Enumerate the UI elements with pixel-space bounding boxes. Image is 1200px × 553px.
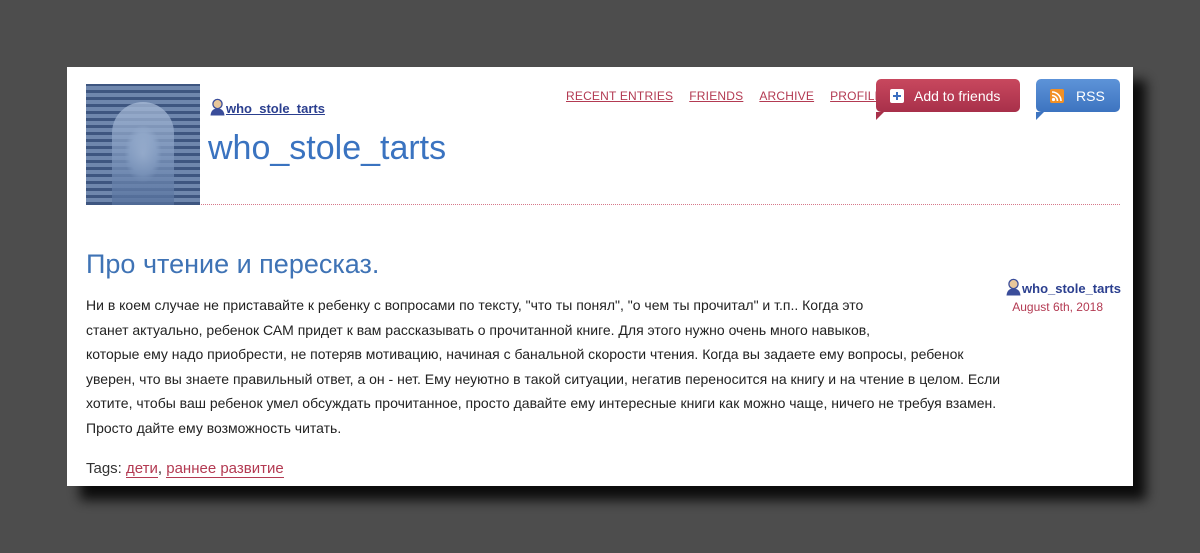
nav-profile[interactable]: PROFILE <box>830 89 883 103</box>
add-to-friends-button[interactable]: Add to friends <box>876 79 1020 120</box>
entry-body: Ни в коем случае не приставайте к ребенк… <box>86 293 1000 440</box>
entry-date: August 6th, 2018 <box>1012 300 1103 314</box>
user-head-icon <box>1006 278 1021 296</box>
rss-icon <box>1050 88 1064 103</box>
journal-user-name[interactable]: who_stole_tarts <box>226 101 325 116</box>
user-head-icon <box>210 98 225 116</box>
entry-poster[interactable]: who_stole_tarts <box>981 278 1121 296</box>
entry-line: которые ему надо приобрести, не потеряв … <box>86 346 964 362</box>
journal-page: who_stole_tarts who_stole_tarts RECENT E… <box>67 67 1133 486</box>
entry-title[interactable]: Про чтение и пересказ. <box>86 249 379 280</box>
entry-line: уверен, что вы знаете правильный ответ, … <box>86 370 1001 387</box>
journal-title: who_stole_tarts <box>208 129 447 167</box>
tag-link[interactable]: раннее развитие <box>166 460 284 478</box>
tag-link[interactable]: дети <box>126 460 158 478</box>
entry-line: станет актуально, ребенок САМ придет к в… <box>86 321 871 338</box>
entry-line: Просто дайте ему возможность читать. <box>86 419 342 436</box>
plus-icon <box>890 88 904 103</box>
tags-label: Tags: <box>86 460 122 477</box>
top-nav: RECENT ENTRIES FRIENDS ARCHIVE PROFILE <box>566 89 883 103</box>
entry-line: хотите, чтобы ваш ребенок умел обсуждать… <box>86 395 997 411</box>
entry-line: Ни в коем случае не приставайте к ребенк… <box>86 297 864 313</box>
entry-poster-name[interactable]: who_stole_tarts <box>1022 281 1121 296</box>
entry-meta: who_stole_tarts August 6th, 2018 <box>981 278 1121 314</box>
rss-label: RSS <box>1076 87 1105 104</box>
tag-separator: , <box>157 460 163 477</box>
header-divider <box>201 204 1120 205</box>
journal-user-link[interactable]: who_stole_tarts <box>209 98 325 116</box>
nav-recent-entries[interactable]: RECENT ENTRIES <box>566 89 673 103</box>
nav-archive[interactable]: ARCHIVE <box>759 89 814 103</box>
rss-button[interactable]: RSS <box>1036 79 1120 120</box>
add-to-friends-label: Add to friends <box>914 87 1001 104</box>
nav-friends[interactable]: FRIENDS <box>689 89 743 103</box>
userpic[interactable] <box>86 84 200 205</box>
entry-tags: Tags: дети, раннее развитие <box>86 460 284 478</box>
